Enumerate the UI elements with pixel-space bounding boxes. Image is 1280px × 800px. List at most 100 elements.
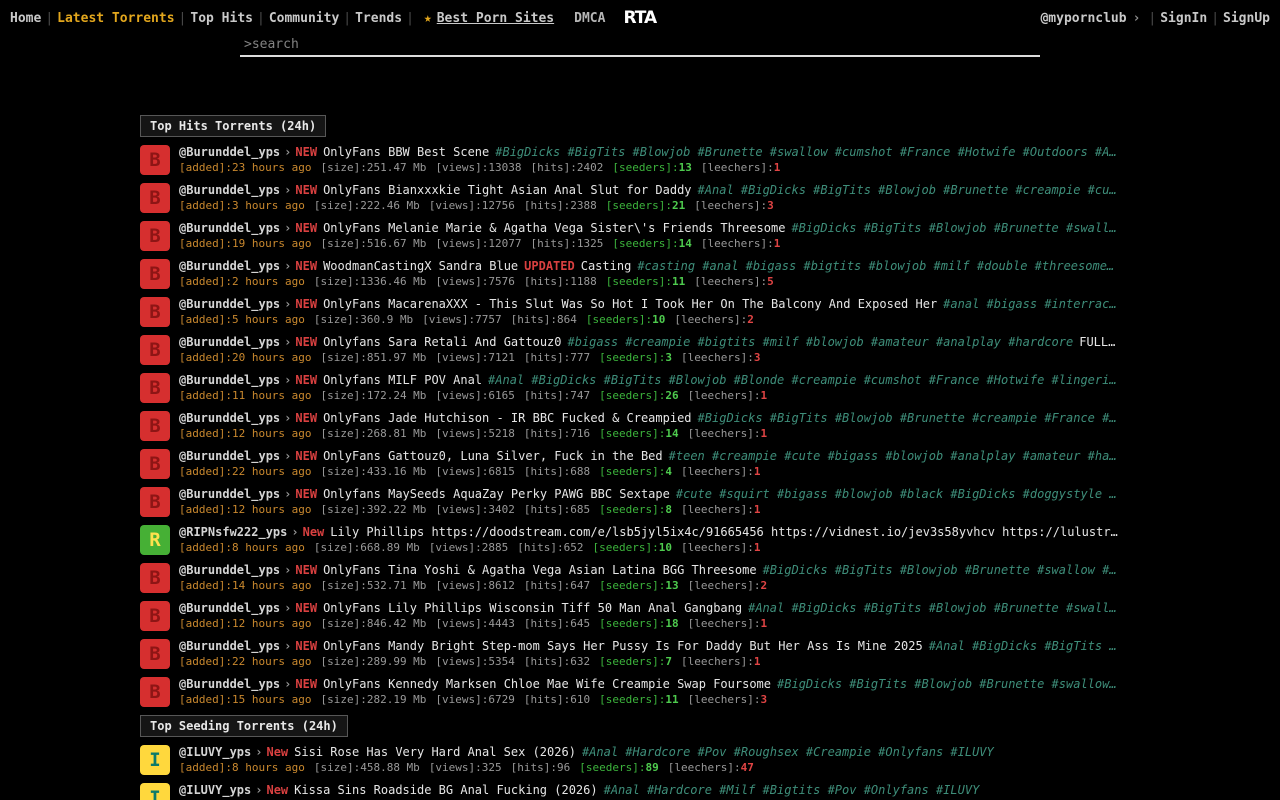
username-link[interactable]: @Burunddel_yps — [179, 563, 280, 577]
torrent-title[interactable]: OnlyFans Gattouz0, Luna Silver, Fuck in … — [323, 449, 663, 463]
torrent-tags[interactable]: #cute #squirt #bigass #blowjob #black #B… — [676, 487, 1117, 501]
torrent-title[interactable]: OnlyFans Tina Yoshi & Agatha Vega Asian … — [323, 563, 756, 577]
user-avatar[interactable]: I — [140, 783, 170, 800]
stat-views-value: 5354 — [488, 655, 515, 668]
torrent-tags[interactable]: #anal #bigass #interrac… — [943, 297, 1116, 311]
username-link[interactable]: @Burunddel_yps — [179, 373, 280, 387]
username-link[interactable]: @RIPNsfw222_yps — [179, 525, 287, 539]
username-link[interactable]: @Burunddel_yps — [179, 639, 280, 653]
account-link[interactable]: @mypornclub — [1040, 11, 1126, 26]
torrent-tags[interactable]: #BigDicks #BigTits #Blowjob #Brunette #s… — [777, 677, 1117, 691]
torrent-title[interactable]: Casting — [581, 259, 632, 273]
torrent-title[interactable]: OnlyFans Mandy Bright Step-mom Says Her … — [323, 639, 923, 653]
nav-latest-torrents[interactable]: Latest Torrents — [57, 11, 174, 26]
torrent-title[interactable]: Onlyfans MaySeeds AquaZay Perky PAWG BBC… — [323, 487, 670, 501]
torrent-title[interactable]: Sisi Rose Has Very Hard Anal Sex (2026) — [294, 745, 576, 759]
torrent-tags[interactable]: #Anal #BigDicks #BigTits #Blowjob #Brune… — [698, 183, 1117, 197]
torrent-tags[interactable]: #Anal #BigDicks #BigTits #Blowjob #Brune… — [748, 601, 1116, 615]
username-link[interactable]: @Burunddel_yps — [179, 259, 280, 273]
torrent-title[interactable]: OnlyFans MacarenaXXX - This Slut Was So … — [323, 297, 937, 311]
nav-top-hits[interactable]: Top Hits — [190, 11, 253, 26]
nav-trends[interactable]: Trends — [355, 11, 402, 26]
user-avatar[interactable]: B — [140, 411, 170, 441]
user-avatar[interactable]: B — [140, 183, 170, 213]
stat-leechers-value: 3 — [761, 693, 768, 706]
torrent-tags[interactable]: #teen #creampie #cute #bigass #blowjob #… — [669, 449, 1117, 463]
nav-community[interactable]: Community — [269, 11, 339, 26]
user-avatar[interactable]: B — [140, 335, 170, 365]
user-avatar[interactable]: B — [140, 487, 170, 517]
user-avatar[interactable]: B — [140, 563, 170, 593]
stat-hits-value: 652 — [564, 541, 584, 554]
username-link[interactable]: @Burunddel_yps — [179, 601, 280, 615]
nav-home[interactable]: Home — [10, 11, 41, 26]
torrent-title[interactable]: OnlyFans BBW Best Scene — [323, 145, 489, 159]
stat-seeders-value: 10 — [652, 313, 665, 326]
torrent-title[interactable]: OnlyFans Jade Hutchison - IR BBC Fucked … — [323, 411, 691, 425]
torrent-title[interactable]: WoodmanCastingX Sandra Blue — [323, 259, 518, 273]
user-avatar[interactable]: B — [140, 373, 170, 403]
username-link[interactable]: @Burunddel_yps — [179, 677, 280, 691]
torrent-tags[interactable]: #casting #anal #bigass #bigtits #blowjob… — [637, 259, 1114, 273]
rta-logo[interactable]: RTA — [623, 8, 656, 28]
search-input[interactable] — [240, 34, 1040, 57]
new-badge: New — [303, 525, 325, 539]
signup-link[interactable]: SignUp — [1223, 11, 1270, 26]
torrent-tags[interactable]: #BigDicks #BigTits #Blowjob #Brunette #s… — [495, 145, 1116, 159]
user-avatar[interactable]: B — [140, 297, 170, 327]
username-link[interactable]: @ILUVY_yps — [179, 745, 251, 759]
best-porn-sites-link[interactable]: ★ Best Porn Sites — [424, 11, 554, 26]
torrent-title[interactable]: OnlyFans Kennedy Marksen Chloe Mae Wife … — [323, 677, 771, 691]
stat-added-value: 14 hours ago — [232, 579, 311, 592]
user-avatar[interactable]: B — [140, 677, 170, 707]
username-link[interactable]: @ILUVY_yps — [179, 783, 251, 797]
torrent-title[interactable]: OnlyFans Lily Phillips Wisconsin Tiff 50… — [323, 601, 742, 615]
torrent-tags[interactable]: #Anal #BigDicks #BigTits #Blowjob #Blond… — [488, 373, 1117, 387]
user-avatar[interactable]: B — [140, 221, 170, 251]
torrent-tags[interactable]: #BigDicks #BigTits #Blowjob #Brunette #c… — [698, 411, 1117, 425]
signin-link[interactable]: SignIn — [1160, 11, 1207, 26]
stat-leechers-value: 2 — [761, 579, 768, 592]
user-avatar[interactable]: I — [140, 745, 170, 775]
username-link[interactable]: @Burunddel_yps — [179, 487, 280, 501]
username-link[interactable]: @Burunddel_yps — [179, 297, 280, 311]
stat-leechers: [leechers]:3 — [681, 351, 760, 364]
torrent-tags[interactable]: #Anal #Hardcore #Milf #Bigtits #Pov #Onl… — [604, 783, 980, 797]
stat-added: [added]:8 hours ago — [179, 761, 305, 774]
torrent-entry-body: @Burunddel_yps›NEWOnlyfans MILF POV Anal… — [179, 373, 1149, 403]
torrent-entry-body: @Burunddel_yps›NEWOnlyFans Gattouz0, Lun… — [179, 449, 1149, 479]
stat-added: [added]:22 hours ago — [179, 655, 311, 668]
stat-views: [views]:5354 — [435, 655, 514, 668]
torrent-title[interactable]: Onlyfans MILF POV Anal — [323, 373, 482, 387]
torrent-tags[interactable]: #BigDicks #BigTits #Blowjob #Brunette #s… — [791, 221, 1116, 235]
username-link[interactable]: @Burunddel_yps — [179, 411, 280, 425]
username-link[interactable]: @Burunddel_yps — [179, 145, 280, 159]
torrent-title[interactable]: Kissa Sins Roadside BG Anal Fucking (202… — [294, 783, 597, 797]
stat-hits-value: 864 — [557, 313, 577, 326]
user-avatar[interactable]: B — [140, 639, 170, 669]
user-avatar[interactable]: B — [140, 259, 170, 289]
stat-seeders: [seeders]:4 — [599, 465, 672, 478]
user-avatar[interactable]: B — [140, 145, 170, 175]
torrent-title[interactable]: FULL… — [1079, 335, 1115, 349]
torrent-title[interactable]: Lily Phillips https://doodstream.com/e/l… — [330, 525, 1117, 539]
user-avatar[interactable]: R — [140, 525, 170, 555]
user-avatar[interactable]: B — [140, 449, 170, 479]
torrent-title[interactable]: OnlyFans Bianxxxkie Tight Asian Anal Slu… — [323, 183, 691, 197]
torrent-tags[interactable]: #Anal #Hardcore #Pov #Roughsex #Creampie… — [582, 745, 994, 759]
torrent-entry-body: @Burunddel_yps›NEWOnlyFans MacarenaXXX -… — [179, 297, 1149, 327]
username-link[interactable]: @Burunddel_yps — [179, 221, 280, 235]
stat-size: [size]:172.24 Mb — [320, 389, 426, 402]
torrent-title[interactable]: OnlyFans Melanie Marie & Agatha Vega Sis… — [323, 221, 785, 235]
user-avatar[interactable]: B — [140, 601, 170, 631]
username-link[interactable]: @Burunddel_yps — [179, 335, 280, 349]
torrent-tags[interactable]: #BigDicks #BigTits #Blowjob #Brunette #s… — [763, 563, 1117, 577]
stat-seeders-value: 11 — [672, 275, 685, 288]
dmca-link[interactable]: DMCA — [574, 11, 605, 26]
torrent-title[interactable]: Onlyfans Sara Retali And Gattouz0 — [323, 335, 561, 349]
username-link[interactable]: @Burunddel_yps — [179, 449, 280, 463]
torrent-tags[interactable]: #bigass #creampie #bigtits #milf #blowjo… — [568, 335, 1074, 349]
stat-size: [size]:516.67 Mb — [320, 237, 426, 250]
torrent-tags[interactable]: #Anal #BigDicks #BigTits … — [929, 639, 1117, 653]
username-link[interactable]: @Burunddel_yps — [179, 183, 280, 197]
